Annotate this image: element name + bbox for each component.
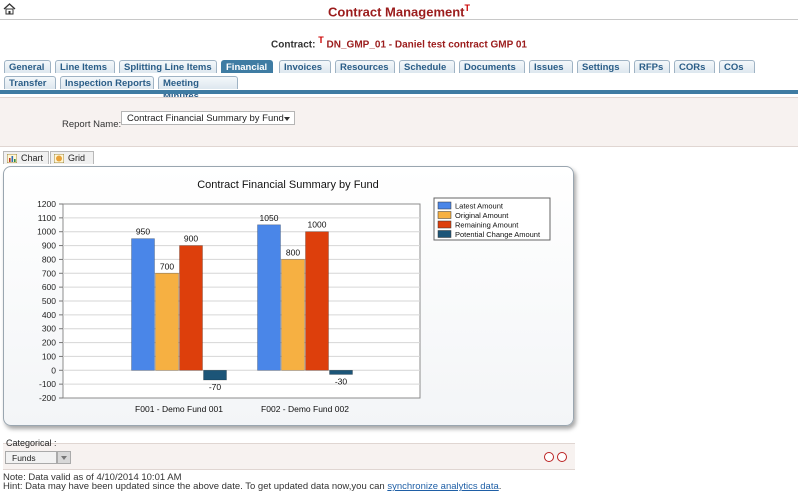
legend-swatch: [437, 230, 452, 238]
tab-general[interactable]: General: [4, 60, 51, 73]
categorical-label: Categorical :: [6, 438, 57, 448]
bar[interactable]: [281, 259, 305, 371]
bar-data-label: 1050: [260, 213, 279, 223]
chevron-down-icon[interactable]: [57, 451, 71, 464]
chart-title: Contract Financial Summary by Fund: [197, 179, 379, 191]
bar-data-label: 900: [184, 234, 198, 244]
y-tick-label: 1100: [38, 213, 57, 223]
legend-label: Remaining Amount: [455, 221, 519, 230]
tab-splitting-line-items[interactable]: Splitting Line Items: [119, 60, 217, 73]
bar[interactable]: [203, 369, 227, 381]
bar-data-label: -70: [209, 382, 222, 392]
legend-swatch: [437, 211, 452, 219]
tab-chart-view[interactable]: Chart: [3, 151, 49, 164]
tab-settings[interactable]: Settings: [577, 60, 630, 73]
synchronize-link[interactable]: synchronize analytics data: [387, 481, 498, 492]
chart-legend: Latest AmountOriginal AmountRemaining Am…: [433, 197, 551, 241]
y-tick-label: -200: [39, 393, 56, 403]
categorical-select[interactable]: Funds: [5, 451, 57, 464]
chevron-down-icon[interactable]: [284, 117, 290, 121]
report-name-select[interactable]: Contract Financial Summary by Fund: [121, 111, 295, 125]
tab-transfer[interactable]: Transfer: [4, 76, 56, 89]
tab-rfps[interactable]: RFPs: [634, 60, 670, 73]
bar[interactable]: [131, 238, 155, 371]
x-category-label: F001 - Demo Fund 001: [135, 404, 223, 414]
bar-data-label: 950: [136, 227, 150, 237]
grid-icon: [54, 154, 64, 163]
tab-resources[interactable]: Resources: [335, 60, 395, 73]
bar-data-label: 1000: [308, 220, 327, 230]
bar[interactable]: [305, 231, 329, 371]
tab-documents[interactable]: Documents: [459, 60, 525, 73]
tab-inspection-reports[interactable]: Inspection Reports: [60, 76, 154, 89]
y-tick-label: 700: [42, 268, 56, 278]
y-tick-label: 600: [42, 282, 56, 292]
y-tick-label: 900: [42, 241, 56, 251]
contract-header: Contract: T DN_GMP_01 - Daniel test cont…: [0, 35, 798, 50]
y-tick-label: 500: [42, 296, 56, 306]
y-tick-label: 300: [42, 324, 56, 334]
report-name-value: Contract Financial Summary by Fund: [127, 113, 284, 124]
tab-line-items[interactable]: Line Items: [55, 60, 115, 73]
tab-chart-label: Chart: [21, 153, 44, 163]
hint-text: Hint: Data may have been updated since t…: [3, 481, 501, 492]
report-name-label-text: Report Name:: [62, 119, 122, 131]
tab-schedule[interactable]: Schedule: [399, 60, 455, 73]
tab-issues[interactable]: Issues: [529, 60, 573, 73]
bar-data-label: 800: [286, 247, 300, 257]
y-tick-label: 1200: [37, 199, 56, 209]
tab-grid-label: Grid: [68, 153, 86, 163]
tab-invoices[interactable]: Invoices: [279, 60, 331, 73]
hint-suffix: .: [498, 481, 502, 492]
page-title-text: Contract Management: [327, 4, 465, 20]
tab-cos[interactable]: COs: [719, 60, 755, 73]
hint-prefix: Hint: Data may have been updated since t…: [3, 481, 388, 492]
y-tick-label: 100: [42, 351, 56, 361]
refresh-icon[interactable]: [544, 452, 554, 462]
chart-icon: [7, 154, 17, 163]
legend-label: Latest Amount: [455, 202, 504, 211]
y-tick-label: 800: [42, 254, 56, 264]
tab-financial[interactable]: Financial: [221, 60, 273, 73]
report-name-label: Report Name: T: [62, 115, 129, 130]
bar-data-label: -30: [335, 376, 348, 386]
bar-data-label: 700: [160, 261, 174, 271]
tab-cors[interactable]: CORs: [674, 60, 715, 73]
x-category-label: F002 - Demo Fund 002: [261, 404, 349, 414]
bar[interactable]: [329, 369, 353, 375]
contract-label: Contract:: [271, 39, 316, 51]
header-divider: [0, 19, 798, 20]
y-tick-label: -100: [39, 379, 56, 389]
y-tick-label: 0: [51, 365, 56, 375]
cancel-icon[interactable]: [557, 452, 567, 462]
bar[interactable]: [257, 224, 281, 371]
y-tick-label: 1000: [37, 227, 56, 237]
tab-underline: [0, 90, 798, 94]
page-title: Contract ManagementT: [0, 3, 798, 19]
legend-label: Potential Change Amount: [455, 230, 541, 239]
translate-marker[interactable]: T: [465, 3, 471, 13]
y-tick-label: 400: [42, 310, 56, 320]
tab-meeting-minutes[interactable]: Meeting Minutes: [158, 76, 238, 102]
bar[interactable]: [155, 272, 179, 371]
contract-value: DN_GMP_01 - Daniel test contract GMP 01: [326, 39, 527, 51]
legend-swatch: [437, 220, 452, 229]
translate-marker[interactable]: T: [318, 35, 324, 45]
categorical-panel: [3, 443, 575, 470]
tab-grid-view[interactable]: Grid: [50, 151, 94, 164]
legend-swatch: [437, 201, 452, 210]
bar[interactable]: [179, 245, 203, 371]
legend-label: Original Amount: [455, 211, 509, 220]
y-tick-label: 200: [42, 338, 56, 348]
bar-chart: Contract Financial Summary by Fund -200 -…: [37, 179, 551, 414]
